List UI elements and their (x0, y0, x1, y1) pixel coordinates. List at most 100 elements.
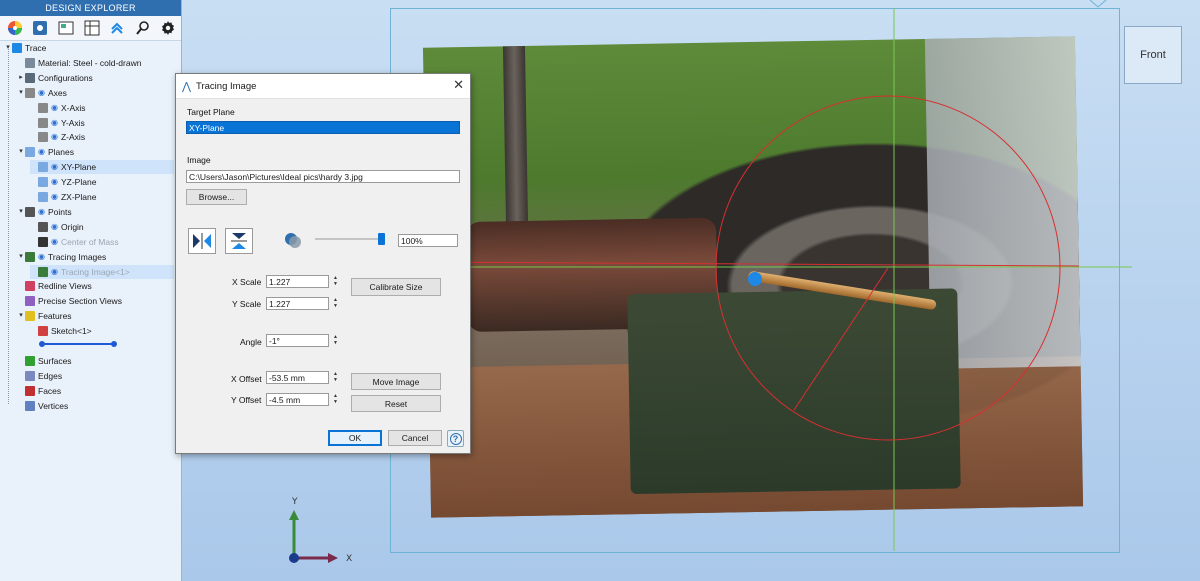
tree-item-y-axis[interactable]: ◉ Y-Axis (30, 116, 85, 130)
precise-section-views-icon (25, 296, 35, 307)
expand-toggle-icon[interactable]: ▾ (17, 145, 25, 159)
visibility-eye-icon[interactable]: ◉ (38, 86, 45, 100)
tree-item-redline-views[interactable]: Redline Views (17, 279, 92, 293)
configurations-icon (25, 72, 35, 83)
tree-item-label: Y-Axis (60, 117, 85, 128)
y-scale-label: Y Scale (232, 299, 262, 309)
opacity-slider[interactable] (315, 232, 387, 246)
y-axis-icon (38, 117, 48, 128)
design-explorer-title: DESIGN EXPLORER (0, 0, 181, 16)
collapse-up-icon[interactable] (104, 17, 130, 39)
tree-item-vertices[interactable]: Vertices (17, 399, 68, 413)
tree-item-points[interactable]: ▾ ◉ Points (17, 205, 72, 219)
tree-guide-line (8, 49, 9, 404)
opacity-field[interactable]: 100% (398, 234, 458, 247)
x-scale-field[interactable]: 1.227 (266, 275, 329, 288)
angle-field[interactable]: -1° (266, 334, 329, 347)
image-list-icon[interactable] (53, 17, 79, 39)
x-offset-field[interactable]: -53.5 mm (266, 371, 329, 384)
tree-item-zx-plane[interactable]: ◉ ZX-Plane (30, 190, 96, 204)
image-label: Image (187, 155, 211, 165)
visibility-eye-icon[interactable]: ◉ (51, 220, 58, 234)
help-glyph: ? (449, 432, 462, 445)
tree-item-label: Center of Mass (60, 236, 119, 247)
expand-toggle-icon[interactable]: ▾ (17, 250, 25, 264)
ok-button[interactable]: OK (328, 430, 382, 446)
expand-toggle-icon[interactable]: ▸ (17, 71, 25, 85)
browse-button[interactable]: Browse... (186, 189, 247, 205)
target-plane-field[interactable]: XY-Plane (186, 121, 460, 134)
cancel-button[interactable]: Cancel (388, 430, 442, 446)
tree-item-center-of-mass[interactable]: ◉ Center of Mass (30, 235, 119, 249)
visibility-eye-icon[interactable]: ◉ (51, 160, 58, 174)
tree-item-label: Tracing Images (47, 251, 107, 262)
tree-item-sketch-1[interactable]: Sketch<1> (30, 324, 92, 338)
visibility-eye-icon[interactable]: ◉ (38, 250, 45, 264)
y-scale-spinner[interactable]: ▲ ▼ (331, 297, 340, 310)
search-icon[interactable] (130, 17, 156, 39)
tree-item-material-steel-cold-drawn[interactable]: Material: Steel - cold-drawn (17, 56, 141, 70)
tree-item-xy-plane[interactable]: ◉ XY-Plane (30, 160, 174, 175)
move-image-button[interactable]: Move Image (351, 373, 441, 390)
angle-spinner[interactable]: ▲ ▼ (331, 334, 340, 347)
tree-item-edges[interactable]: Edges (17, 369, 62, 383)
image-path-field[interactable]: C:\Users\Jason\Pictures\Ideal pics\hardy… (186, 170, 460, 183)
visibility-eye-icon[interactable]: ◉ (51, 265, 58, 279)
gear-icon[interactable] (155, 17, 181, 39)
visibility-eye-icon[interactable]: ◉ (51, 101, 58, 115)
tree-item-tracing-image-1[interactable]: ◉ Tracing Image<1> (30, 264, 174, 279)
visibility-eye-icon[interactable]: ◉ (51, 235, 58, 249)
dialog-titlebar: ⋀ Tracing Image (176, 74, 470, 99)
tree-item-precise-section-views[interactable]: Precise Section Views (17, 294, 122, 308)
expand-toggle-icon[interactable]: ▾ (17, 86, 25, 100)
tree-item-surfaces[interactable]: Surfaces (17, 354, 72, 368)
tree-item-x-axis[interactable]: ◉ X-Axis (30, 101, 86, 115)
color-wheel-icon[interactable] (2, 17, 28, 39)
tree-item-axes[interactable]: ▾ ◉ Axes (17, 86, 67, 100)
visibility-eye-icon[interactable]: ◉ (38, 205, 45, 219)
origin-icon (38, 221, 48, 232)
tree-item-origin[interactable]: ◉ Origin (30, 220, 84, 234)
visibility-eye-icon[interactable]: ◉ (51, 116, 58, 130)
y-offset-field[interactable]: -4.5 mm (266, 393, 329, 406)
x-scale-label: X Scale (232, 277, 262, 287)
tree-item-z-axis[interactable]: ◉ Z-Axis (30, 130, 85, 144)
tree-item-sketch-entity[interactable] (30, 339, 118, 353)
settings-cube-icon[interactable] (28, 17, 54, 39)
y-offset-spinner[interactable]: ▲ ▼ (331, 393, 340, 406)
tree-item-configurations[interactable]: ▸ Configurations (17, 71, 93, 85)
tree-item-tracing-images[interactable]: ▾ ◉ Tracing Images (17, 250, 106, 264)
points-icon (25, 206, 35, 217)
y-scale-field[interactable]: 1.227 (266, 297, 329, 310)
expand-toggle-icon[interactable]: ▾ (17, 205, 25, 219)
tree-item-faces[interactable]: Faces (17, 384, 61, 398)
x-offset-spinner[interactable]: ▲ ▼ (331, 371, 340, 384)
tree-item-features[interactable]: ▾ Features (17, 309, 72, 323)
expand-toggle-icon[interactable]: ▾ (17, 309, 25, 323)
view-cube-front[interactable]: Front (1124, 26, 1182, 84)
tree-item-label: YZ-Plane (60, 177, 97, 188)
tree-item-label: Features (38, 311, 72, 322)
calibrate-size-button[interactable]: Calibrate Size (351, 278, 441, 296)
target-plane-label: Target Plane (187, 107, 235, 117)
close-icon[interactable]: ✕ (453, 77, 464, 93)
visibility-eye-icon[interactable]: ◉ (51, 190, 58, 204)
table-icon[interactable] (79, 17, 105, 39)
dialog-title: Tracing Image (196, 80, 257, 92)
visibility-eye-icon[interactable]: ◉ (51, 175, 58, 189)
opacity-slider-thumb[interactable] (378, 233, 385, 245)
tree-item-label: Faces (38, 385, 62, 396)
reset-button[interactable]: Reset (351, 395, 441, 412)
tree-item-yz-plane[interactable]: ◉ YZ-Plane (30, 175, 96, 189)
tree-item-label: Trace (25, 43, 47, 53)
visibility-eye-icon[interactable]: ◉ (38, 145, 45, 159)
x-scale-spinner[interactable]: ▲ ▼ (331, 275, 340, 288)
axes-icon (25, 87, 35, 98)
visibility-eye-icon[interactable]: ◉ (51, 130, 58, 144)
angle-label: Angle (240, 337, 262, 347)
help-icon[interactable]: ? (447, 430, 464, 447)
tree-item-trace[interactable]: ▾ Trace (4, 41, 46, 55)
flip-horizontal-icon[interactable] (188, 228, 216, 254)
flip-vertical-icon[interactable] (225, 228, 253, 254)
tree-item-planes[interactable]: ▾ ◉ Planes (17, 145, 74, 159)
